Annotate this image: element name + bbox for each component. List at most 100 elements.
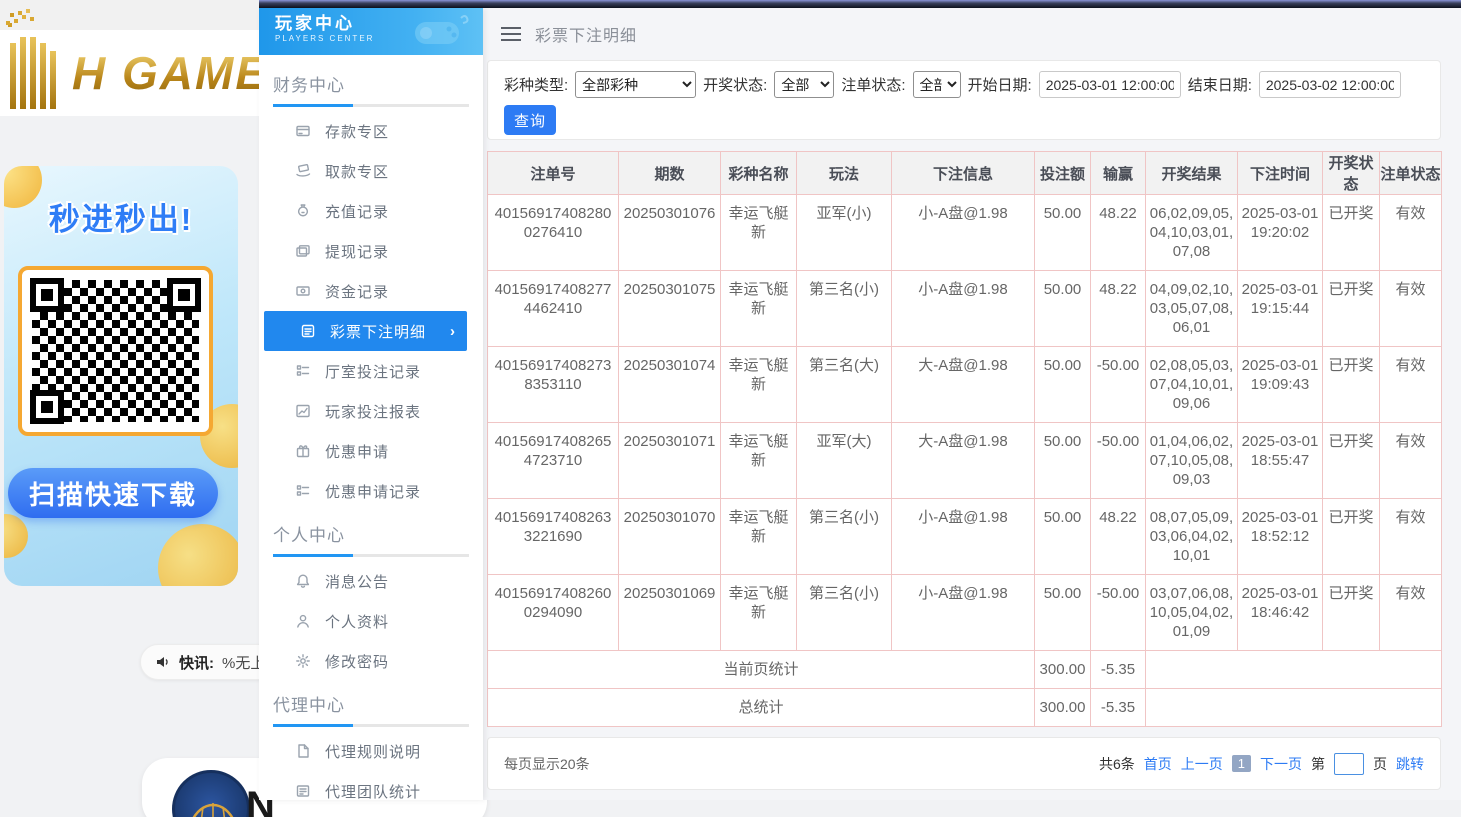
draw-status-label: 开奖状态: bbox=[703, 74, 767, 95]
sidebar-item[interactable]: 充值记录 bbox=[259, 191, 483, 231]
table-cell: 20250301074 bbox=[619, 347, 721, 423]
sidebar-item[interactable]: 玩家投注报表 bbox=[259, 391, 483, 431]
summary-empty-cell bbox=[1146, 651, 1442, 689]
table-cell: 48.22 bbox=[1091, 271, 1146, 347]
app-download-banner[interactable]: 秒进秒出! 扫描快速下载 bbox=[4, 166, 238, 586]
bell-icon bbox=[295, 573, 311, 589]
table-cell: 20250301070 bbox=[619, 499, 721, 575]
sidebar-item-label: 厅室投注记录 bbox=[325, 361, 421, 382]
site-logo-text: H GAME bbox=[72, 46, 268, 100]
page-size-text: 每页显示20条 bbox=[504, 754, 590, 774]
table-cell: 小-A盘@1.98 bbox=[892, 499, 1035, 575]
order-status-select[interactable]: 全部 bbox=[913, 71, 961, 98]
first-page-link[interactable]: 首页 bbox=[1144, 754, 1172, 774]
column-header: 输赢 bbox=[1091, 152, 1146, 195]
jump-button[interactable]: 跳转 bbox=[1396, 754, 1424, 774]
table-cell: 小-A盘@1.98 bbox=[892, 271, 1035, 347]
sidebar-menu: 财务中心存款专区取款专区充值记录提现记录资金记录彩票下注明细› 厅室投注记录玩家投… bbox=[259, 55, 483, 800]
table-cell: 大-A盘@1.98 bbox=[892, 347, 1035, 423]
sidebar-item[interactable]: 厅室投注记录 bbox=[259, 351, 483, 391]
pagination-bar: 每页显示20条 共6条 首页 上一页 1 下一页 第 页 跳转 bbox=[487, 737, 1441, 790]
sidebar-item[interactable]: 彩票下注明细› bbox=[264, 311, 467, 351]
table-cell: 幸运飞艇新 bbox=[721, 499, 797, 575]
gamepad-icon bbox=[409, 12, 473, 52]
table-cell: 幸运飞艇新 bbox=[721, 271, 797, 347]
ticker-label: 快讯: bbox=[179, 652, 214, 673]
summary-winloss-total: -5.35 bbox=[1091, 689, 1146, 727]
search-button[interactable]: 查询 bbox=[504, 105, 556, 135]
table-cell: 2025-03-01 18:55:47 bbox=[1238, 423, 1323, 499]
withdrawal-record-icon bbox=[295, 243, 311, 259]
current-page-badge[interactable]: 1 bbox=[1232, 755, 1251, 772]
table-row: 40156917408260029409020250301069幸运飞艇新第三名… bbox=[488, 575, 1442, 651]
table-cell: 幸运飞艇新 bbox=[721, 575, 797, 651]
bet-table-wrap: 注单号期数彩种名称玩法下注信息投注额输赢开奖结果下注时间开奖状态注单状态 401… bbox=[487, 151, 1441, 727]
table-cell: 大-A盘@1.98 bbox=[892, 423, 1035, 499]
sidebar-item-label: 存款专区 bbox=[325, 121, 389, 142]
sidebar-item[interactable]: 代理规则说明 bbox=[259, 731, 483, 771]
promo-record-icon bbox=[295, 483, 311, 499]
table-cell: 401569174082654723710 bbox=[488, 423, 619, 499]
column-header: 注单号 bbox=[488, 152, 619, 195]
table-cell: 20250301069 bbox=[619, 575, 721, 651]
table-cell: 2025-03-01 19:15:44 bbox=[1238, 271, 1323, 347]
summary-empty-cell bbox=[1146, 689, 1442, 727]
sidebar-item[interactable]: 消息公告 bbox=[259, 561, 483, 601]
menu-toggle-icon[interactable] bbox=[501, 27, 521, 41]
lottery-type-select[interactable]: 全部彩种 bbox=[575, 71, 696, 98]
section-underline bbox=[273, 554, 469, 557]
table-cell: 幸运飞艇新 bbox=[721, 347, 797, 423]
summary-label: 总统计 bbox=[488, 689, 1035, 727]
table-cell: 已开奖 bbox=[1323, 575, 1380, 651]
sidebar-item[interactable]: 优惠申请记录 bbox=[259, 471, 483, 511]
table-cell: 20250301075 bbox=[619, 271, 721, 347]
table-cell: 小-A盘@1.98 bbox=[892, 195, 1035, 271]
sidebar-item[interactable]: 提现记录 bbox=[259, 231, 483, 271]
summary-label: 当前页统计 bbox=[488, 651, 1035, 689]
jump-page-input[interactable] bbox=[1334, 753, 1364, 775]
table-cell: 有效 bbox=[1380, 271, 1442, 347]
sidebar-item[interactable]: 优惠申请 bbox=[259, 431, 483, 471]
table-row: 40156917408263322169020250301070幸运飞艇新第三名… bbox=[488, 499, 1442, 575]
table-cell: 亚军(小) bbox=[797, 195, 892, 271]
prev-page-link[interactable]: 上一页 bbox=[1181, 754, 1223, 774]
sidebar-item[interactable]: 存款专区 bbox=[259, 111, 483, 151]
table-cell: 50.00 bbox=[1035, 347, 1091, 423]
hh-logo-bars-icon bbox=[10, 37, 66, 109]
players-center-app: 玩家中心 PLAYERS CENTER 财务中心存款专区取款专区充值记录提现记录… bbox=[259, 0, 1461, 817]
chevron-right-icon: › bbox=[450, 323, 455, 340]
filter-panel: 彩种类型: 全部彩种 开奖状态: 全部 注单状态: 全部 开始日期: 结束日期: bbox=[487, 60, 1441, 140]
table-cell: 02,08,05,03,07,04,10,01,09,06 bbox=[1146, 347, 1238, 423]
jump-suffix-label: 页 bbox=[1373, 754, 1387, 774]
sidebar: 玩家中心 PLAYERS CENTER 财务中心存款专区取款专区充值记录提现记录… bbox=[259, 8, 483, 800]
sidebar-item[interactable]: 取款专区 bbox=[259, 151, 483, 191]
column-header: 投注额 bbox=[1035, 152, 1091, 195]
sidebar-item[interactable]: 资金记录 bbox=[259, 271, 483, 311]
funds-record-icon bbox=[295, 283, 311, 299]
table-cell: 第三名(小) bbox=[797, 575, 892, 651]
table-cell: 20250301071 bbox=[619, 423, 721, 499]
table-cell: 亚军(大) bbox=[797, 423, 892, 499]
table-cell: 401569174082774462410 bbox=[488, 271, 619, 347]
sidebar-item[interactable]: 修改密码 bbox=[259, 641, 483, 681]
table-cell: 48.22 bbox=[1091, 499, 1146, 575]
table-cell: 50.00 bbox=[1035, 195, 1091, 271]
team-logo-icon bbox=[172, 770, 250, 817]
table-cell: 04,09,02,10,03,05,07,08,06,01 bbox=[1146, 271, 1238, 347]
table-cell: 50.00 bbox=[1035, 423, 1091, 499]
scan-download-button[interactable]: 扫描快速下载 bbox=[8, 468, 218, 518]
start-date-input[interactable] bbox=[1039, 71, 1181, 98]
table-footer: 当前页统计300.00-5.35总统计300.00-5.35 bbox=[488, 651, 1442, 727]
table-cell: 已开奖 bbox=[1323, 347, 1380, 423]
end-date-input[interactable] bbox=[1259, 71, 1401, 98]
promo-apply-icon bbox=[295, 443, 311, 459]
draw-status-select[interactable]: 全部 bbox=[774, 71, 834, 98]
section-underline bbox=[273, 724, 469, 727]
summary-winloss-total: -5.35 bbox=[1091, 651, 1146, 689]
sidebar-item[interactable]: 代理团队统计 bbox=[259, 771, 483, 800]
table-cell: 第三名(大) bbox=[797, 347, 892, 423]
next-page-link[interactable]: 下一页 bbox=[1260, 754, 1302, 774]
sidebar-item[interactable]: 个人资料 bbox=[259, 601, 483, 641]
sidebar-section-title: 财务中心 bbox=[273, 71, 469, 96]
column-header: 开奖状态 bbox=[1323, 152, 1380, 195]
